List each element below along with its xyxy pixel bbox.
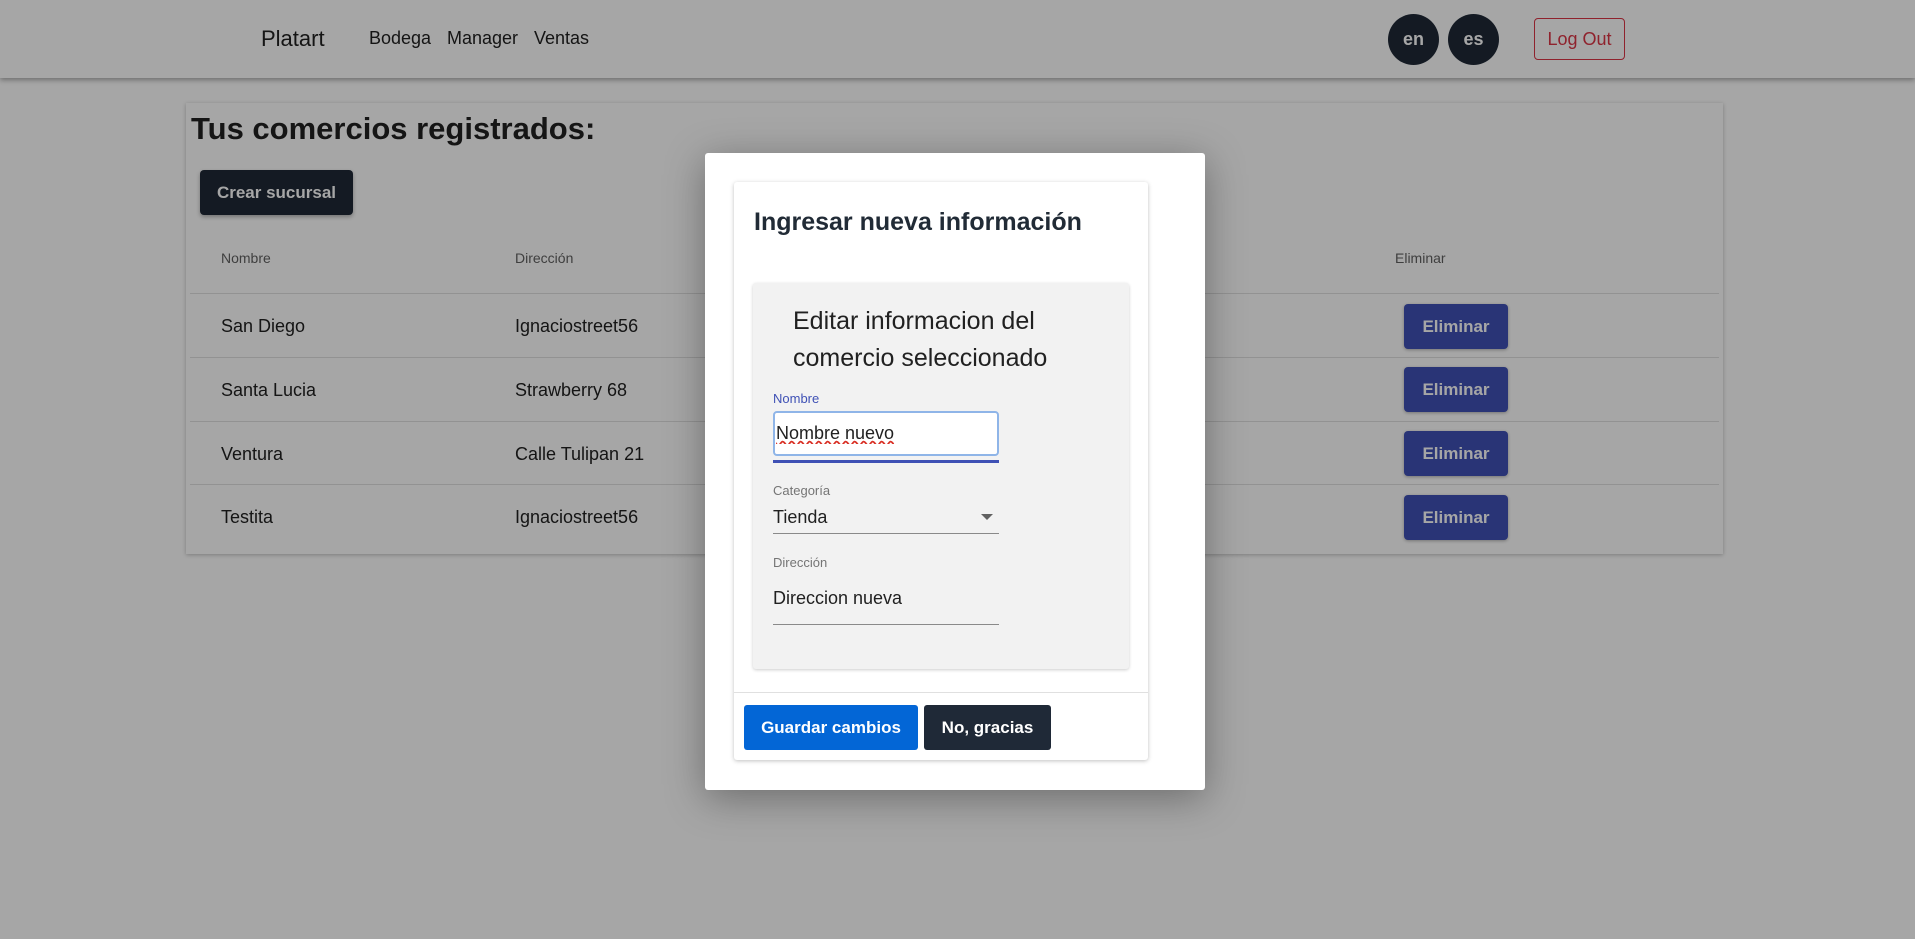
edit-form-panel: Editar informacion del comercio seleccio… [753, 283, 1129, 669]
categoria-selected-value: Tienda [773, 507, 828, 527]
dropdown-arrow-icon [981, 514, 993, 520]
modal-card: Ingresar nueva información Editar inform… [734, 182, 1148, 760]
nombre-focus-underline [773, 460, 999, 463]
direccion-underline [773, 624, 999, 625]
save-changes-button[interactable]: Guardar cambios [744, 705, 918, 750]
modal-title: Ingresar nueva información [754, 208, 1082, 236]
modal-footer-divider [734, 692, 1148, 693]
nombre-label: Nombre [773, 391, 820, 406]
categoria-underline [773, 533, 999, 534]
cancel-button[interactable]: No, gracias [924, 705, 1051, 750]
edit-store-modal: Ingresar nueva información Editar inform… [705, 153, 1205, 790]
categoria-label: Categoría [773, 483, 831, 498]
form-title: Editar informacion del comercio seleccio… [793, 307, 1048, 372]
direccion-value: Direccion nueva [773, 588, 903, 608]
nombre-input[interactable] [773, 411, 999, 456]
direccion-label: Dirección [773, 555, 828, 570]
